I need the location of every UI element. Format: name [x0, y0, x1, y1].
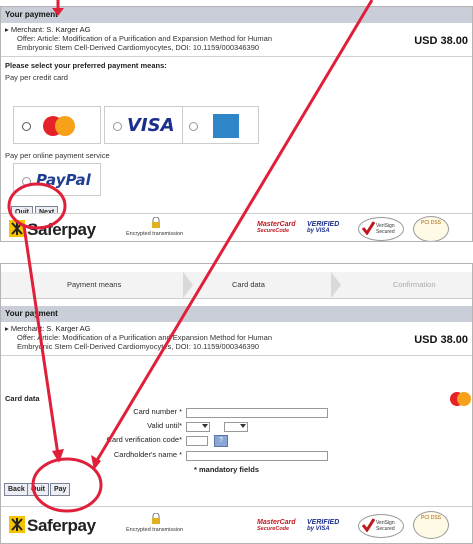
security-footer: Saferpay Encrypted transmission MasterCa…: [1, 506, 472, 543]
amex-icon: [213, 114, 239, 138]
pci-dss-seal: PCI DSS: [413, 216, 449, 241]
step-payment-means: Payment means: [67, 280, 122, 289]
paypal-radio[interactable]: [22, 177, 31, 186]
mandatory-note: * mandatory fields: [194, 465, 260, 474]
divider: [1, 355, 472, 356]
online-payment-label: Pay per online payment service: [5, 151, 110, 160]
progress-steps: Payment means Card data Confirmation: [1, 272, 472, 299]
step-card-data: Card data: [232, 280, 265, 289]
card-number-label: Card number *: [133, 407, 182, 416]
cvc-label: Card verification code*: [106, 435, 182, 444]
panel-title: Your payment: [1, 306, 472, 322]
mastercard-securecode-logo: MasterCard SecureCode: [257, 221, 296, 234]
security-footer: Saferpay Encrypted transmission MasterCa…: [1, 213, 472, 241]
amex-option[interactable]: [182, 106, 259, 144]
paypal-logo: PayPal: [36, 171, 91, 189]
price: USD 38.00: [414, 35, 468, 47]
valid-until-label: Valid until*: [147, 421, 182, 430]
expiry-year-select[interactable]: [224, 422, 248, 432]
cardholder-input[interactable]: [186, 451, 328, 461]
mastercard-securecode-logo: MasterCard SecureCode: [257, 519, 296, 532]
checkmark-icon: [361, 221, 375, 235]
price: USD 38.00: [414, 334, 468, 346]
saferpay-icon: [9, 220, 25, 237]
back-button[interactable]: Back: [4, 483, 29, 496]
panel-title: Your payment: [1, 7, 472, 23]
encrypted-transmission-text: Encrypted transmission: [126, 231, 184, 237]
verified-by-visa-logo: VERIFIED by VISA: [307, 221, 340, 234]
verisign-seal: VeriSign Secured: [358, 514, 404, 538]
pci-dss-seal: PCI DSS: [413, 511, 449, 539]
visa-radio[interactable]: [113, 122, 122, 131]
card-data-panel: Payment means Card data Confirmation You…: [0, 263, 473, 544]
paypal-option[interactable]: PayPal: [13, 163, 101, 196]
mastercard-icon: [450, 392, 471, 406]
verified-by-visa-logo: VERIFIED by VISA: [307, 519, 340, 532]
mastercard-option[interactable]: [13, 106, 101, 144]
chevron-right-icon: [183, 272, 193, 298]
mastercard-icon: [43, 116, 75, 136]
select-payment-label: Please select your preferred payment mea…: [5, 61, 167, 70]
divider: [1, 56, 472, 57]
pay-button[interactable]: Pay: [50, 483, 71, 496]
help-icon[interactable]: ?: [214, 435, 228, 447]
chevron-right-icon: [331, 272, 341, 298]
credit-card-label: Pay per credit card: [5, 73, 68, 82]
lock-icon: [152, 217, 160, 228]
amex-radio[interactable]: [189, 122, 198, 131]
merchant-line: ▸ Merchant: S. Karger AG: [5, 324, 91, 333]
visa-logo: VISA: [127, 115, 175, 136]
payment-means-panel: Your payment ▸ Merchant: S. Karger AG Of…: [0, 6, 473, 242]
saferpay-logo: Saferpay: [27, 516, 96, 535]
visa-option[interactable]: VISA: [104, 106, 184, 144]
mastercard-radio[interactable]: [22, 122, 31, 131]
offer-text: Offer: Article: Modification of a Purifi…: [17, 333, 468, 351]
cardholder-label: Cardholder's name *: [113, 450, 182, 459]
card-number-input[interactable]: [186, 408, 328, 418]
cvc-input[interactable]: [186, 436, 208, 446]
saferpay-icon: [9, 516, 25, 533]
verisign-seal: VeriSign Secured: [358, 217, 404, 241]
checkmark-icon: [361, 518, 375, 532]
expiry-month-select[interactable]: [186, 422, 210, 432]
lock-icon: [152, 513, 160, 524]
encrypted-transmission-text: Encrypted transmission: [126, 527, 184, 533]
offer-text: Offer: Article: Modification of a Purifi…: [17, 34, 468, 52]
card-data-label: Card data: [5, 394, 40, 403]
quit-button[interactable]: Quit: [27, 483, 49, 496]
step-confirmation: Confirmation: [393, 280, 436, 289]
merchant-line: ▸ Merchant: S. Karger AG: [5, 25, 91, 34]
saferpay-logo: Saferpay: [27, 220, 96, 239]
